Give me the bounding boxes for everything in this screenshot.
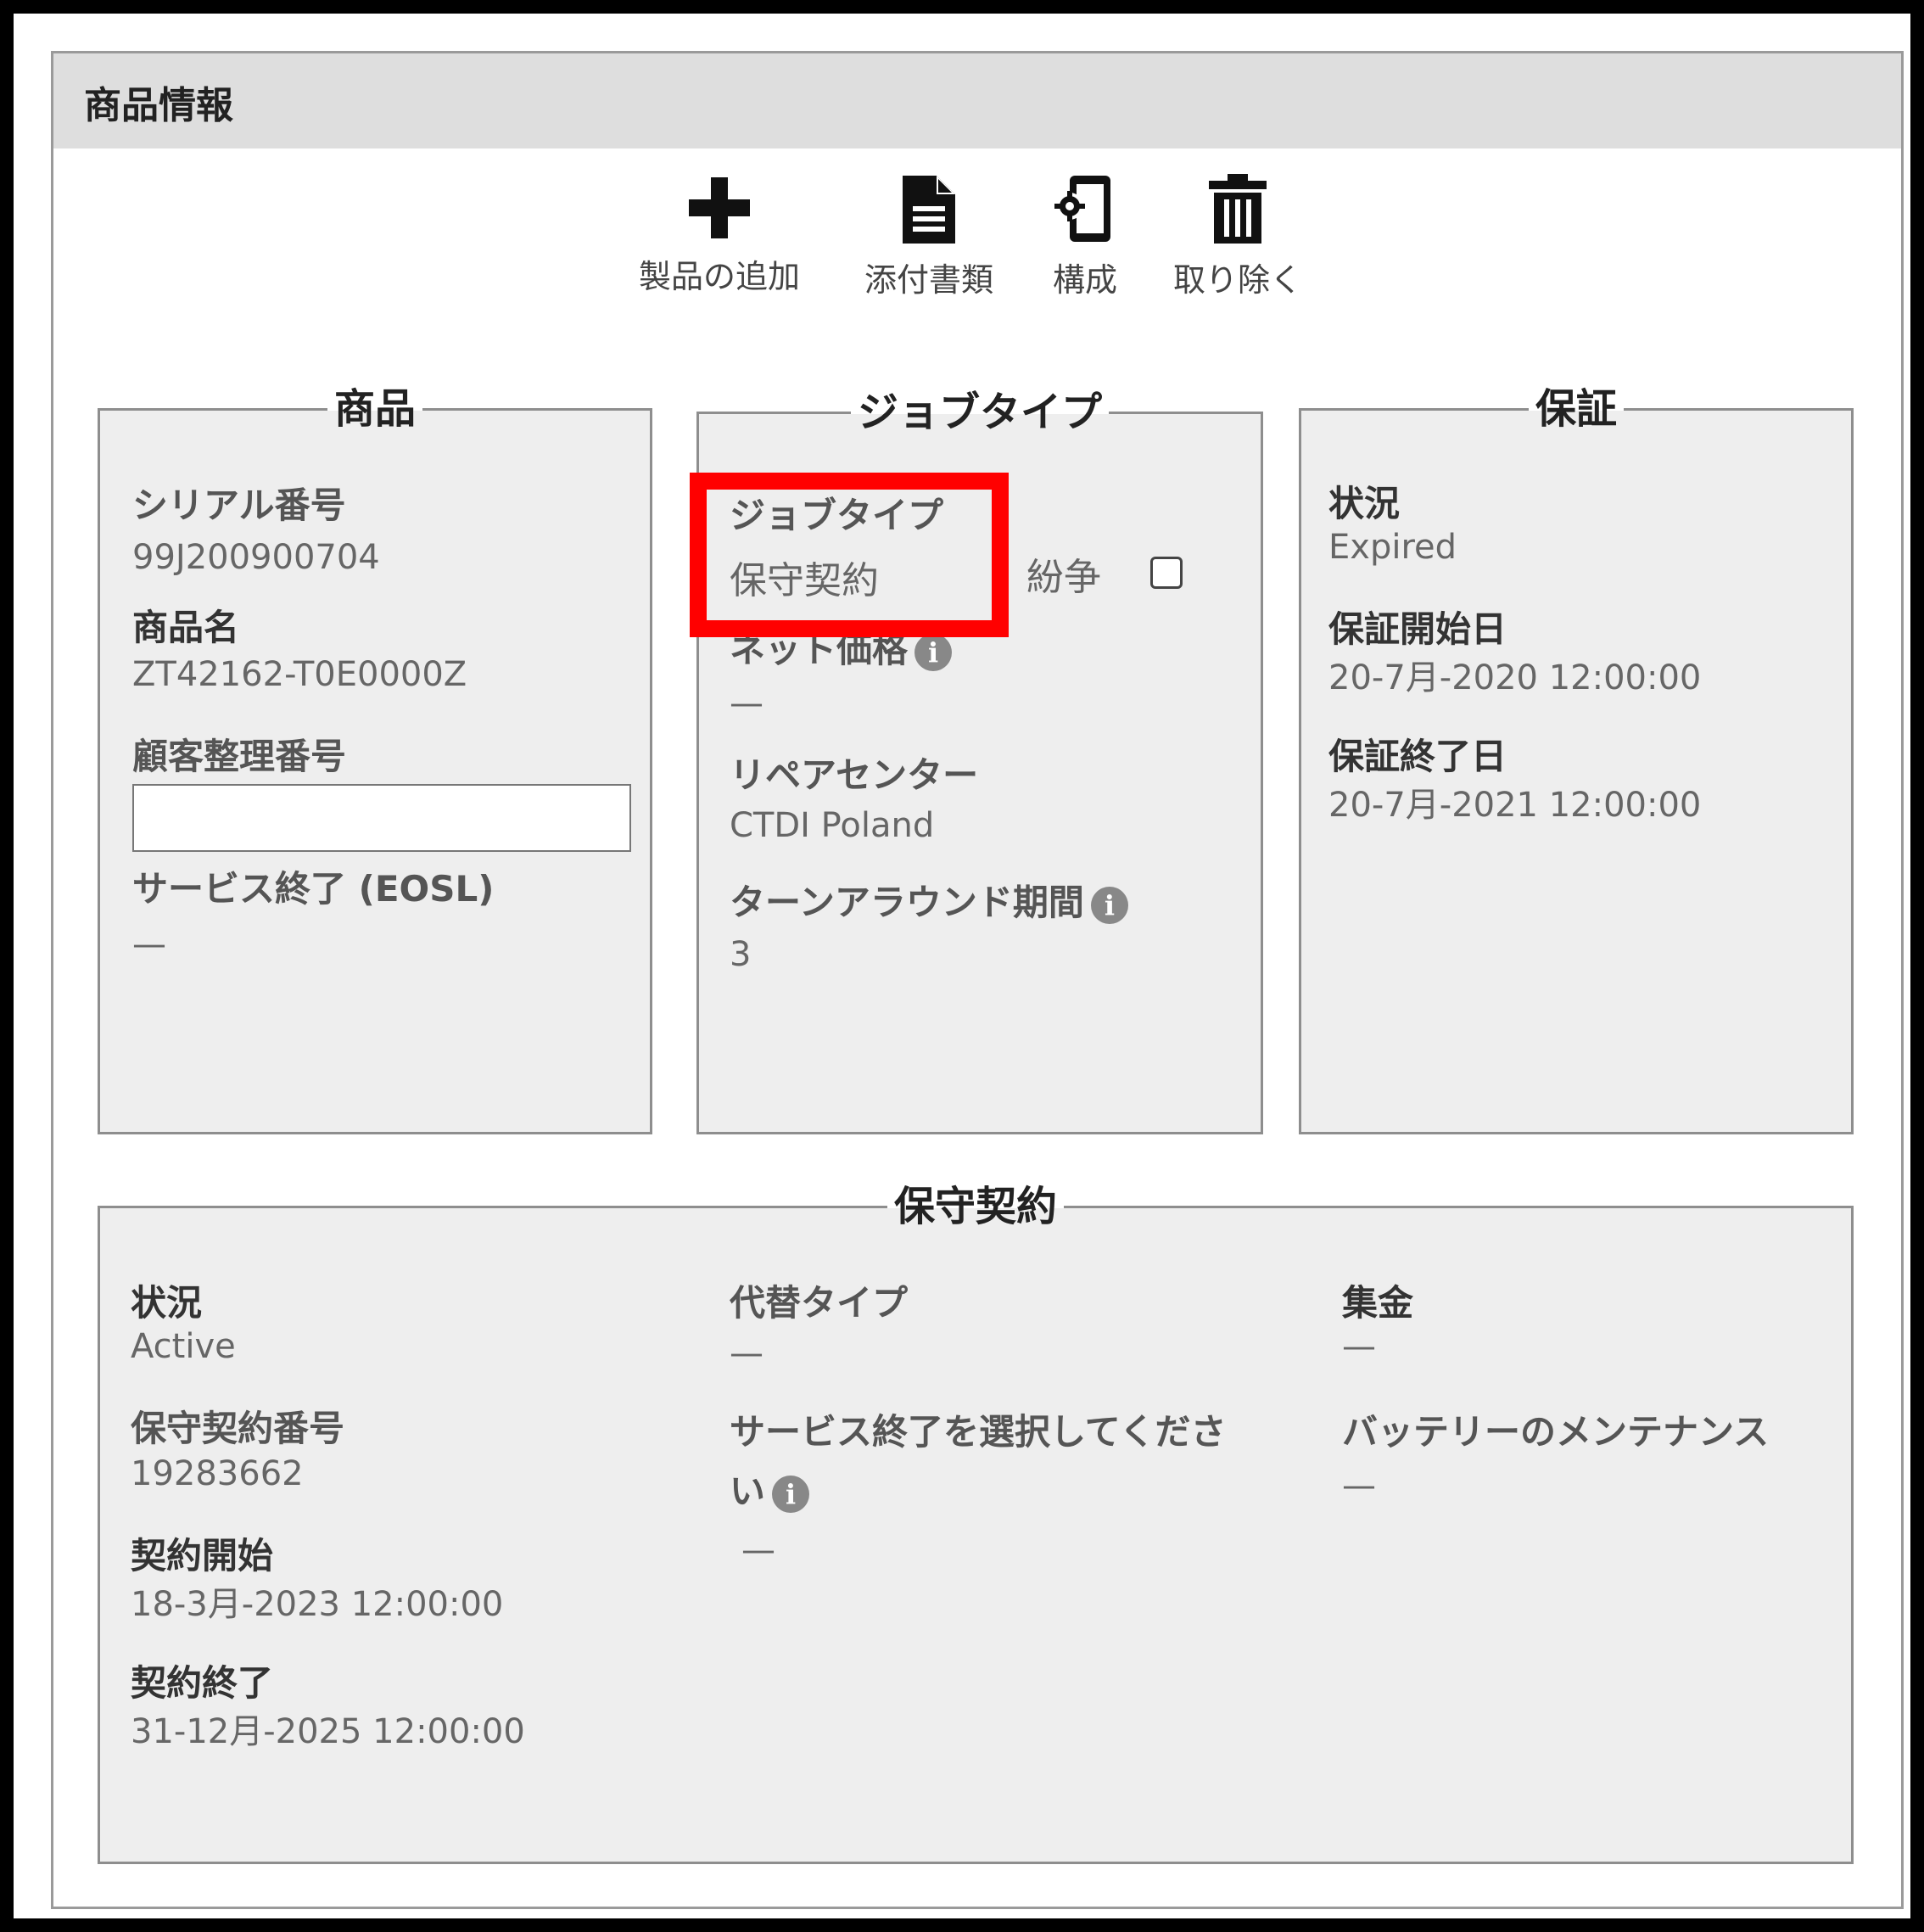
warranty-start-value: 20-7月-2020 12:00:00 bbox=[1328, 658, 1702, 697]
contract-legend: 保守契約 bbox=[886, 1181, 1064, 1232]
trash-icon bbox=[1209, 174, 1267, 244]
plus-icon bbox=[689, 177, 750, 238]
device-gear-icon bbox=[1054, 176, 1110, 242]
document-icon bbox=[903, 176, 955, 244]
collection-value: — bbox=[1342, 1327, 1376, 1366]
service-end-label-line2: いi bbox=[730, 1470, 810, 1513]
repair-center-value: CTDI Poland bbox=[730, 806, 935, 845]
customer-ref-label: 顧客整理番号 bbox=[132, 736, 347, 777]
product-info-panel: 商品情報 製品の追加 添付書類 構成 取り除く 商品 シリアル番号 99J200… bbox=[51, 51, 1904, 1909]
repair-center-label: リペアセンター bbox=[730, 754, 979, 796]
info-icon[interactable]: i bbox=[1090, 886, 1128, 924]
eosl-label: サービス終了 (EOSL) bbox=[132, 868, 495, 910]
jobtype-legend: ジョブタイプ bbox=[850, 387, 1109, 438]
product-name-value: ZT42162-T0E0000Z bbox=[132, 655, 467, 694]
contract-start-value: 18-3月-2023 12:00:00 bbox=[131, 1585, 504, 1624]
service-end-value: — bbox=[741, 1531, 775, 1570]
product-name-label: 商品名 bbox=[132, 607, 240, 648]
configuration-label: 構成 bbox=[1052, 261, 1117, 299]
contract-end-label: 契約終了 bbox=[131, 1662, 274, 1704]
turnaround-label: ターンアラウンド期間 i bbox=[730, 882, 1128, 924]
product-group: 商品 シリアル番号 99J200900704 商品名 ZT42162-T0E00… bbox=[98, 384, 652, 1134]
dispute-checkbox[interactable] bbox=[1150, 557, 1183, 589]
warranty-status-label: 状況 bbox=[1328, 483, 1401, 524]
contract-status-value: Active bbox=[131, 1327, 236, 1366]
warranty-end-label: 保証終了日 bbox=[1328, 736, 1507, 777]
highlight-box bbox=[690, 473, 1009, 637]
battery-maintenance-label: バッテリーのメンテナンス bbox=[1342, 1411, 1770, 1453]
add-product-button[interactable]: 製品の追加 bbox=[639, 174, 800, 297]
contract-status-label: 状況 bbox=[131, 1282, 203, 1324]
configuration-button[interactable]: 構成 bbox=[1051, 174, 1119, 300]
customer-ref-input[interactable] bbox=[132, 784, 631, 852]
add-product-label: 製品の追加 bbox=[639, 258, 801, 295]
warranty-end-value: 20-7月-2021 12:00:00 bbox=[1328, 786, 1702, 825]
warranty-start-label: 保証開始日 bbox=[1328, 608, 1507, 650]
warranty-group: 保証 状況 Expired 保証開始日 20-7月-2020 12:00:00 … bbox=[1299, 384, 1854, 1134]
service-end-label-line2-text: い bbox=[730, 1470, 766, 1512]
contract-end-value: 31-12月-2025 12:00:00 bbox=[131, 1712, 525, 1751]
eosl-value: — bbox=[132, 925, 166, 964]
service-end-label-line1: サービス終了を選択してくださ bbox=[730, 1411, 1227, 1453]
panel-header: 商品情報 bbox=[53, 53, 1901, 148]
dispute-label: 紛争 bbox=[1026, 556, 1101, 599]
turnaround-label-text: ターンアラウンド期間 bbox=[730, 882, 1084, 923]
attachments-label: 添付書類 bbox=[864, 261, 994, 299]
warranty-legend: 保証 bbox=[1528, 384, 1624, 434]
info-icon[interactable]: i bbox=[772, 1475, 810, 1513]
contract-number-label: 保守契約番号 bbox=[131, 1408, 345, 1449]
contract-start-label: 契約開始 bbox=[131, 1535, 274, 1576]
net-price-value: — bbox=[730, 684, 763, 723]
panel-title: 商品情報 bbox=[84, 84, 233, 127]
attachments-button[interactable]: 添付書類 bbox=[864, 174, 993, 300]
serial-label: シリアル番号 bbox=[132, 484, 346, 526]
remove-button[interactable]: 取り除く bbox=[1173, 174, 1302, 300]
battery-maintenance-value: — bbox=[1342, 1466, 1376, 1505]
serial-value: 99J200900704 bbox=[132, 538, 380, 577]
turnaround-value: 3 bbox=[730, 935, 752, 974]
replacement-type-label: 代替タイプ bbox=[730, 1282, 909, 1324]
contract-group: 保守契約 状況 Active 保守契約番号 19283662 契約開始 18-3… bbox=[98, 1181, 1854, 1864]
outer-frame: 商品情報 製品の追加 添付書類 構成 取り除く 商品 シリアル番号 99J200… bbox=[0, 0, 1924, 1932]
warranty-status-value: Expired bbox=[1328, 528, 1457, 567]
info-icon[interactable]: i bbox=[914, 633, 953, 671]
remove-label: 取り除く bbox=[1173, 261, 1303, 299]
collection-label: 集金 bbox=[1342, 1282, 1414, 1324]
replacement-type-value: — bbox=[730, 1334, 763, 1373]
product-legend: 商品 bbox=[327, 384, 422, 434]
contract-number-value: 19283662 bbox=[131, 1454, 304, 1493]
